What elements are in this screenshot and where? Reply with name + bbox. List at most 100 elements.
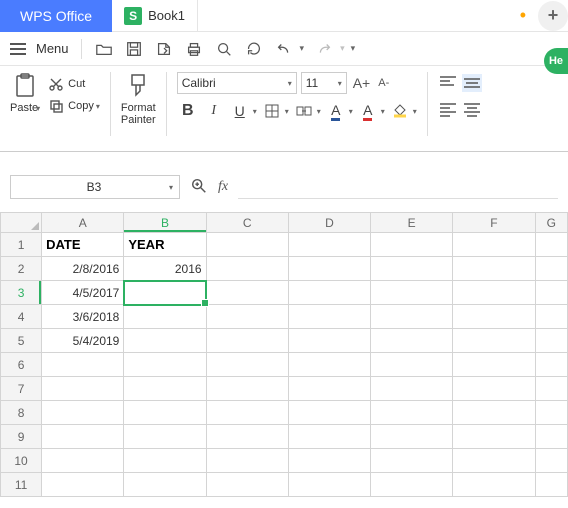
align-top-button[interactable] — [438, 74, 458, 92]
cell[interactable] — [535, 353, 567, 377]
cell[interactable] — [453, 473, 535, 497]
menu-icon[interactable] — [10, 43, 26, 55]
cell[interactable] — [42, 449, 124, 473]
cell[interactable] — [371, 281, 453, 305]
cell[interactable] — [206, 257, 288, 281]
formula-bar[interactable] — [238, 175, 558, 199]
cell[interactable] — [535, 449, 567, 473]
cell[interactable] — [453, 401, 535, 425]
cell[interactable] — [535, 425, 567, 449]
cell[interactable] — [453, 449, 535, 473]
cell[interactable] — [535, 377, 567, 401]
new-tab-button[interactable]: + — [538, 1, 568, 31]
cell[interactable] — [453, 425, 535, 449]
merge-button[interactable] — [293, 100, 315, 122]
cell-A2[interactable]: 2/8/2016 — [42, 257, 124, 281]
save-icon[interactable] — [124, 39, 144, 59]
cell[interactable] — [535, 401, 567, 425]
undo-icon[interactable] — [274, 39, 294, 59]
cell[interactable] — [288, 257, 370, 281]
cell-B1[interactable]: YEAR — [124, 233, 206, 257]
cell[interactable] — [371, 449, 453, 473]
align-center-button[interactable] — [462, 100, 482, 118]
align-middle-button[interactable] — [462, 74, 482, 92]
help-button[interactable]: He — [544, 48, 568, 74]
cell[interactable] — [453, 377, 535, 401]
highlight-dropdown[interactable]: ▾ — [381, 107, 385, 116]
cell[interactable] — [535, 305, 567, 329]
print-icon[interactable] — [184, 39, 204, 59]
row-header-6[interactable]: 6 — [1, 353, 42, 377]
cell[interactable] — [288, 329, 370, 353]
col-header-G[interactable]: G — [535, 213, 567, 233]
cell[interactable] — [535, 281, 567, 305]
cell[interactable] — [42, 377, 124, 401]
cell-B3[interactable] — [124, 281, 206, 305]
row-header-1[interactable]: 1 — [1, 233, 42, 257]
increase-font-button[interactable]: A+ — [351, 75, 373, 91]
reload-icon[interactable] — [244, 39, 264, 59]
cell[interactable] — [535, 257, 567, 281]
cell[interactable] — [371, 233, 453, 257]
col-header-E[interactable]: E — [371, 213, 453, 233]
row-header-5[interactable]: 5 — [1, 329, 42, 353]
row-header-8[interactable]: 8 — [1, 401, 42, 425]
cell[interactable] — [453, 353, 535, 377]
select-all-corner[interactable] — [1, 213, 42, 233]
cell[interactable] — [371, 353, 453, 377]
cell[interactable] — [124, 449, 206, 473]
export-icon[interactable] — [154, 39, 174, 59]
cut-button[interactable]: Cut — [48, 76, 100, 92]
cell[interactable] — [535, 329, 567, 353]
cell[interactable] — [288, 401, 370, 425]
cell[interactable] — [453, 305, 535, 329]
font-size-select[interactable]: 11▾ — [301, 72, 347, 94]
row-header-7[interactable]: 7 — [1, 377, 42, 401]
font-family-select[interactable]: Calibri▾ — [177, 72, 297, 94]
decrease-font-button[interactable]: A- — [376, 77, 391, 89]
cell[interactable] — [288, 305, 370, 329]
cell[interactable] — [206, 401, 288, 425]
redo-icon[interactable] — [314, 39, 334, 59]
cell[interactable] — [453, 329, 535, 353]
col-header-B[interactable]: B — [124, 213, 206, 233]
cell[interactable] — [371, 257, 453, 281]
copy-button[interactable]: Copy▾ — [48, 98, 100, 114]
cell[interactable] — [206, 473, 288, 497]
col-header-F[interactable]: F — [453, 213, 535, 233]
cell[interactable] — [453, 257, 535, 281]
cell-A1[interactable]: DATE — [42, 233, 124, 257]
cell[interactable] — [288, 425, 370, 449]
cell[interactable] — [535, 233, 567, 257]
cell-A4[interactable]: 3/6/2018 — [42, 305, 124, 329]
cell[interactable] — [206, 425, 288, 449]
col-header-D[interactable]: D — [288, 213, 370, 233]
row-header-2[interactable]: 2 — [1, 257, 42, 281]
cell[interactable] — [288, 281, 370, 305]
cell[interactable] — [124, 473, 206, 497]
cell[interactable] — [206, 329, 288, 353]
cell[interactable] — [206, 305, 288, 329]
cell[interactable] — [124, 425, 206, 449]
spreadsheet-grid[interactable]: A B C D E F G 1 DATE YEAR 2 2/8/2016 201… — [0, 212, 568, 497]
merge-dropdown[interactable]: ▾ — [317, 107, 321, 116]
align-left-button[interactable] — [438, 100, 458, 118]
italic-button[interactable]: I — [203, 100, 225, 122]
cell[interactable] — [288, 353, 370, 377]
cell[interactable] — [42, 401, 124, 425]
cell[interactable] — [288, 449, 370, 473]
fill-dropdown[interactable]: ▾ — [413, 107, 417, 116]
fill-color-button[interactable] — [389, 100, 411, 122]
row-header-10[interactable]: 10 — [1, 449, 42, 473]
cell-B2[interactable]: 2016 — [124, 257, 206, 281]
cell-B5[interactable] — [124, 329, 206, 353]
cell-A5[interactable]: 5/4/2019 — [42, 329, 124, 353]
col-header-A[interactable]: A — [42, 213, 124, 233]
document-tab[interactable]: S Book1 — [112, 0, 198, 32]
cell[interactable] — [453, 233, 535, 257]
cell[interactable] — [124, 377, 206, 401]
cell[interactable] — [371, 425, 453, 449]
cell[interactable] — [288, 473, 370, 497]
fx-icon[interactable]: fx — [218, 179, 228, 195]
row-header-9[interactable]: 9 — [1, 425, 42, 449]
